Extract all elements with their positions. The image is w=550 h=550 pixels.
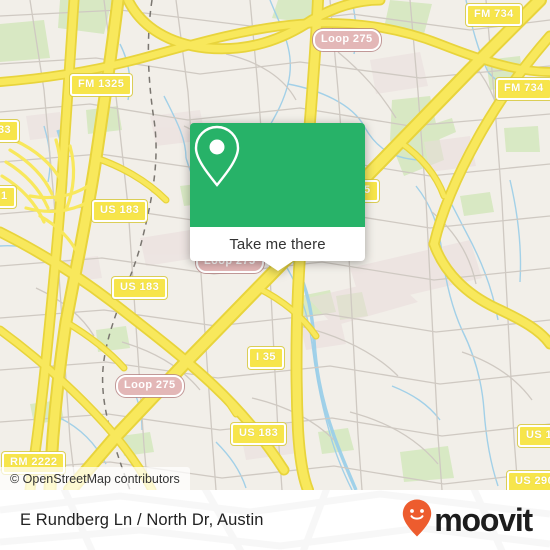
moovit-logo: moovit — [402, 499, 533, 542]
popup-footer[interactable]: Take me there — [190, 227, 365, 271]
shield-us-183-b: US 183 — [112, 277, 168, 299]
location-popup[interactable]: Take me there — [190, 123, 365, 271]
page-title: E Rundberg Ln / North Dr, Austin — [20, 510, 264, 529]
shield-us-183-c: US 183 — [231, 423, 287, 445]
attribution-text: © OpenStreetMap contributors — [10, 471, 180, 486]
footer-bar: E Rundberg Ln / North Dr, Austin moovit — [0, 490, 550, 550]
moovit-smiley-pin-icon — [402, 499, 432, 542]
map-screen: FM 734 Loop 275 FM 734 FM 1325 33 US 183… — [0, 0, 550, 550]
shield-us-183-d: US 183 — [518, 425, 550, 447]
shield-i-35: I 35 — [248, 347, 284, 369]
shield-fm-1325: FM 1325 — [70, 74, 133, 96]
shield-us-183-a: US 183 — [92, 200, 148, 222]
shield-fm-734-a: FM 734 — [466, 4, 522, 26]
shield-loop-275-c: Loop 275 — [116, 375, 184, 397]
shield-us-183-edge: 33 — [0, 120, 20, 142]
shield-us-290: US 290 — [507, 471, 550, 490]
popup-pointer-tail — [262, 261, 293, 271]
popup-header — [190, 123, 365, 227]
take-me-there-label: Take me there — [229, 235, 326, 253]
shield-loop-275-a: Loop 275 — [313, 29, 381, 51]
osm-attribution[interactable]: © OpenStreetMap contributors — [0, 467, 190, 490]
shield-fm-734-b: FM 734 — [496, 78, 550, 100]
moovit-wordmark: moovit — [434, 502, 533, 538]
shield-loop-1-edge: 1 — [0, 186, 16, 208]
map-canvas[interactable]: FM 734 Loop 275 FM 734 FM 1325 33 US 183… — [0, 0, 550, 490]
